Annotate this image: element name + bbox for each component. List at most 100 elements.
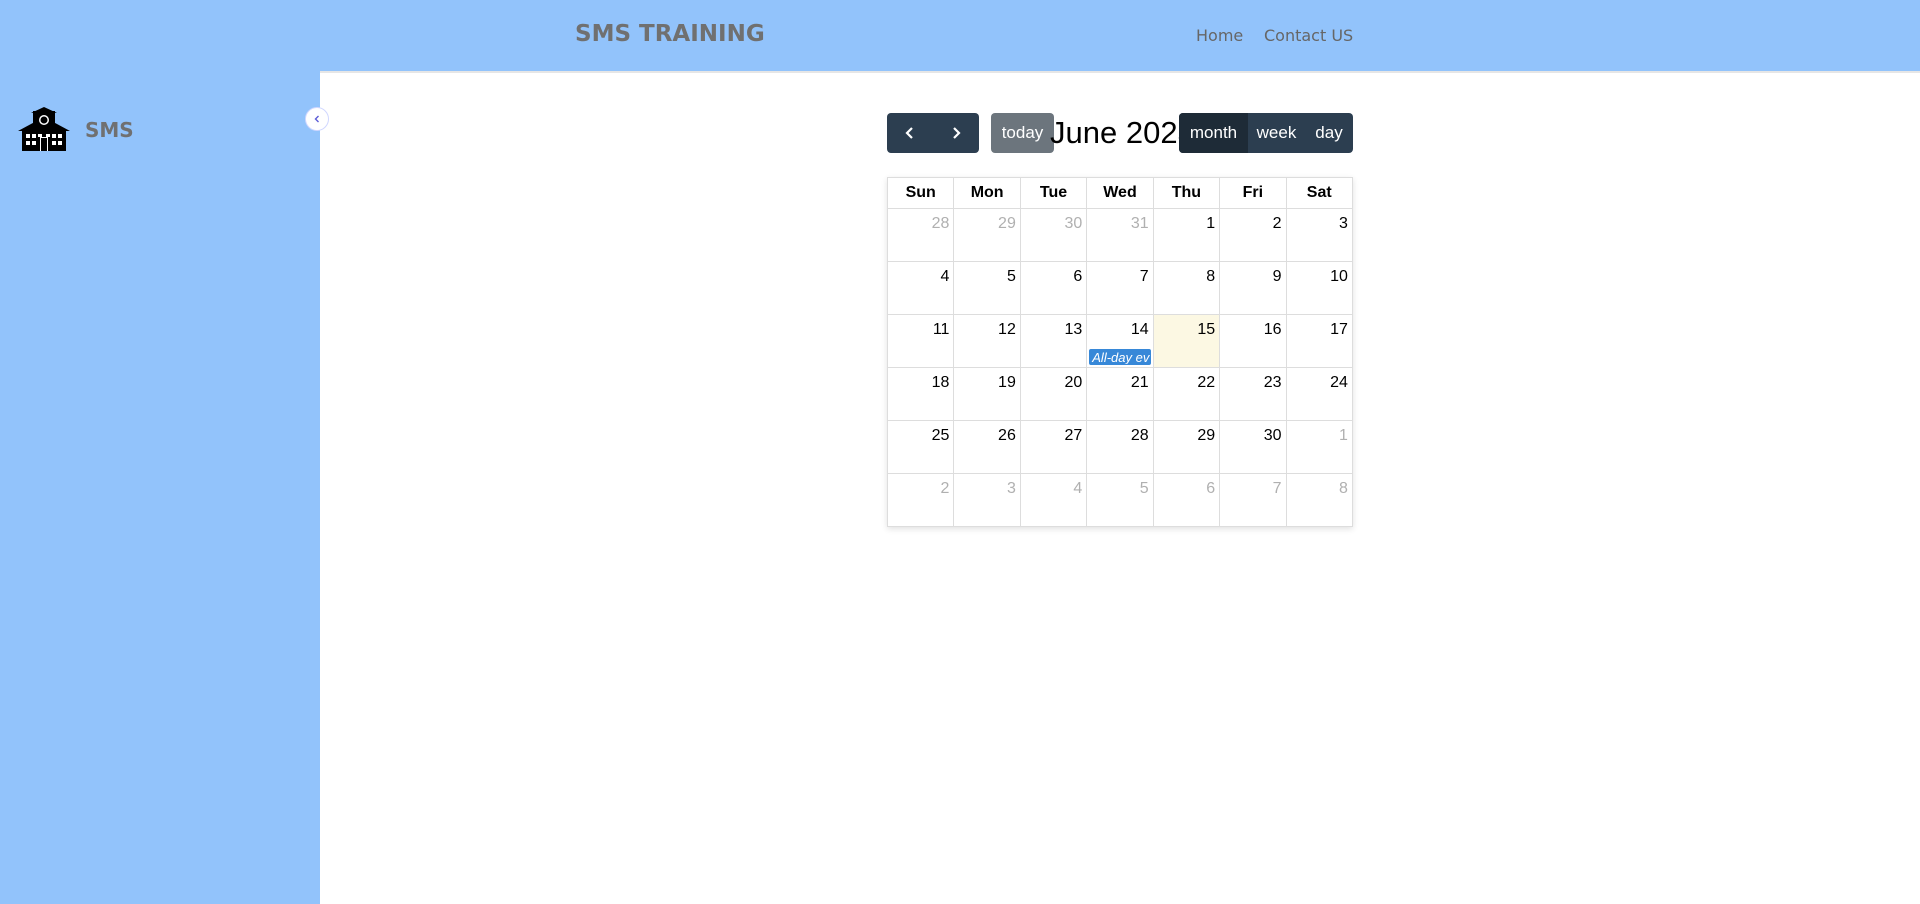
day-cell[interactable]: 1 (1154, 209, 1221, 261)
day-number[interactable]: 14 (1131, 321, 1149, 339)
day-number[interactable]: 12 (998, 321, 1016, 339)
day-cell[interactable]: 8 (1287, 474, 1352, 526)
day-cell[interactable]: 28 (1087, 421, 1154, 473)
day-number[interactable]: 5 (1007, 268, 1016, 286)
day-cell[interactable]: 6 (1154, 474, 1221, 526)
day-cell[interactable]: 5 (954, 262, 1021, 314)
day-cell[interactable]: 12 (954, 315, 1021, 367)
sidebar-title[interactable]: SMS (85, 118, 134, 142)
day-number[interactable]: 23 (1264, 374, 1282, 392)
day-cell[interactable]: 23 (1220, 368, 1287, 420)
day-cell[interactable]: 4 (1021, 474, 1088, 526)
day-number[interactable]: 3 (1007, 480, 1016, 498)
day-number[interactable]: 30 (1064, 215, 1082, 233)
day-number[interactable]: 28 (1131, 427, 1149, 445)
day-cell[interactable]: 3 (1287, 209, 1352, 261)
day-cell[interactable]: 4 (888, 262, 955, 314)
weekday-header-sun: Sun (888, 178, 955, 208)
day-number[interactable]: 11 (933, 321, 950, 339)
day-cell[interactable]: 29 (954, 209, 1021, 261)
day-cell[interactable]: 5 (1087, 474, 1154, 526)
brand-title[interactable]: SMS TRAINING (575, 21, 765, 47)
day-cell[interactable]: 10 (1287, 262, 1352, 314)
day-cell[interactable]: 24 (1287, 368, 1352, 420)
day-number[interactable]: 4 (941, 268, 950, 286)
sidebar-collapse-toggle[interactable] (305, 107, 329, 131)
weekday-header-thu: Thu (1154, 178, 1221, 208)
day-number[interactable]: 26 (998, 427, 1016, 445)
calendar-event[interactable]: All-day ev (1089, 349, 1151, 365)
day-number[interactable]: 17 (1330, 321, 1348, 339)
chevron-left-icon (314, 115, 319, 123)
today-button[interactable]: today (991, 113, 1054, 153)
view-day-button[interactable]: day (1305, 113, 1353, 153)
day-number[interactable]: 2 (1273, 215, 1282, 233)
day-number[interactable]: 10 (1330, 268, 1348, 286)
day-number[interactable]: 30 (1264, 427, 1282, 445)
day-cell[interactable]: 31 (1087, 209, 1154, 261)
day-number[interactable]: 1 (1206, 215, 1215, 233)
day-number[interactable]: 1 (1339, 427, 1348, 445)
day-cell[interactable]: 28 (888, 209, 955, 261)
day-number[interactable]: 29 (1197, 427, 1215, 445)
day-cell[interactable]: 6 (1021, 262, 1088, 314)
day-number[interactable]: 15 (1197, 321, 1215, 339)
day-number[interactable]: 2 (941, 480, 950, 498)
day-number[interactable]: 13 (1064, 321, 1082, 339)
day-cell[interactable]: 26 (954, 421, 1021, 473)
day-cell-today[interactable]: 15 (1153, 315, 1221, 367)
day-number[interactable]: 7 (1273, 480, 1282, 498)
day-number[interactable]: 8 (1206, 268, 1215, 286)
day-cell[interactable]: 29 (1154, 421, 1221, 473)
day-cell[interactable]: 7 (1220, 474, 1287, 526)
day-number[interactable]: 7 (1140, 268, 1149, 286)
day-number[interactable]: 27 (1064, 427, 1082, 445)
day-cell[interactable]: 2 (1220, 209, 1287, 261)
day-cell[interactable]: 8 (1154, 262, 1221, 314)
day-number[interactable]: 24 (1330, 374, 1348, 392)
day-cell[interactable]: 19 (954, 368, 1021, 420)
day-number[interactable]: 22 (1197, 374, 1215, 392)
day-cell[interactable]: 9 (1220, 262, 1287, 314)
day-number[interactable]: 6 (1073, 268, 1082, 286)
next-month-button[interactable] (933, 113, 979, 153)
day-number[interactable]: 8 (1339, 480, 1348, 498)
day-number[interactable]: 18 (932, 374, 950, 392)
day-number[interactable]: 31 (1131, 215, 1149, 233)
day-number[interactable]: 19 (998, 374, 1016, 392)
prev-month-button[interactable] (887, 113, 933, 153)
day-number[interactable]: 16 (1264, 321, 1282, 339)
nav-home-link[interactable]: Home (1196, 26, 1243, 45)
day-cell[interactable]: 1 (1287, 421, 1352, 473)
day-cell[interactable]: 20 (1021, 368, 1088, 420)
day-number[interactable]: 20 (1064, 374, 1082, 392)
day-cell[interactable]: 21 (1087, 368, 1154, 420)
day-cell[interactable]: 14 All-day ev (1087, 315, 1154, 367)
day-cell[interactable]: 22 (1154, 368, 1221, 420)
view-month-button[interactable]: month (1179, 113, 1248, 153)
nav-contact-link[interactable]: Contact US (1264, 26, 1353, 45)
day-cell[interactable]: 2 (888, 474, 955, 526)
day-number[interactable]: 6 (1206, 480, 1215, 498)
day-number[interactable]: 25 (932, 427, 950, 445)
day-cell[interactable]: 3 (954, 474, 1021, 526)
day-cell[interactable]: 13 (1021, 315, 1088, 367)
view-week-button[interactable]: week (1248, 113, 1305, 153)
day-cell[interactable]: 30 (1021, 209, 1088, 261)
day-number[interactable]: 4 (1073, 480, 1082, 498)
day-number[interactable]: 5 (1140, 480, 1149, 498)
day-cell[interactable]: 25 (888, 421, 955, 473)
day-cell[interactable]: 30 (1220, 421, 1287, 473)
day-number[interactable]: 3 (1339, 215, 1348, 233)
day-cell[interactable]: 7 (1087, 262, 1154, 314)
day-number[interactable]: 21 (1131, 374, 1149, 392)
day-cell[interactable]: 18 (888, 368, 955, 420)
day-number[interactable]: 28 (932, 215, 950, 233)
chevron-left-icon (905, 127, 913, 139)
day-cell[interactable]: 16 (1220, 315, 1287, 367)
day-cell[interactable]: 11 (888, 315, 955, 367)
day-number[interactable]: 9 (1273, 268, 1282, 286)
day-number[interactable]: 29 (998, 215, 1016, 233)
day-cell[interactable]: 17 (1287, 315, 1352, 367)
day-cell[interactable]: 27 (1021, 421, 1088, 473)
